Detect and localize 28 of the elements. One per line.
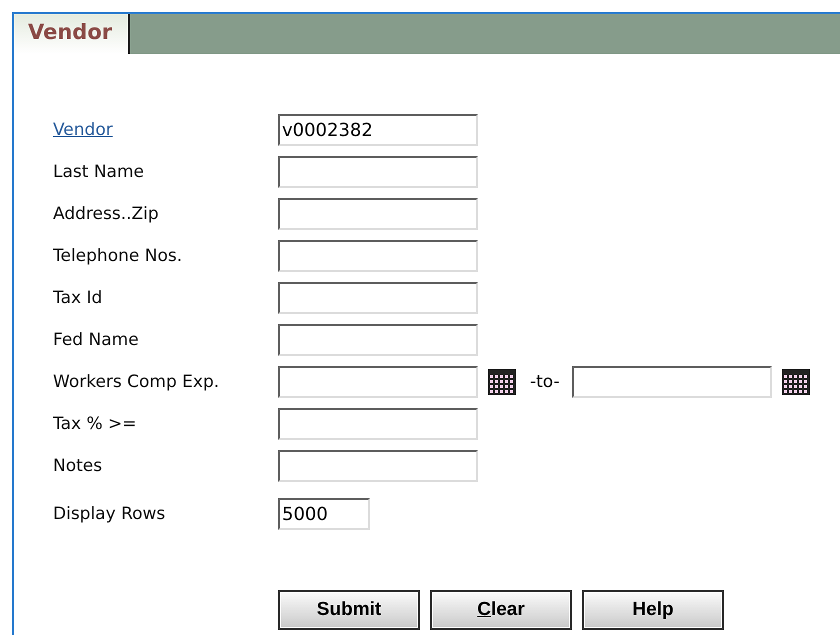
input-field[interactable] — [278, 240, 478, 272]
calendar-icon[interactable] — [782, 369, 810, 395]
vendor-tab[interactable]: Vendor — [14, 14, 130, 54]
field-link[interactable]: Vendor — [53, 120, 278, 140]
form-button[interactable]: Help — [582, 590, 724, 630]
input-field[interactable]: v0002382 — [278, 114, 478, 146]
field-label: Workers Comp Exp. — [53, 372, 220, 392]
field-label: Last Name — [53, 162, 145, 182]
field-label: Display Rows — [53, 504, 166, 524]
field-label: Fed Name — [53, 330, 140, 350]
input-field[interactable] — [278, 282, 478, 314]
input-field[interactable]: 5000 — [278, 498, 370, 530]
field-label: Tax % >= — [53, 414, 138, 434]
input-field[interactable] — [278, 324, 478, 356]
calendar-icon[interactable] — [488, 369, 516, 395]
form-button[interactable]: Clear — [430, 590, 572, 630]
field-label: Notes — [53, 456, 104, 476]
field-label: Telephone Nos. — [53, 246, 184, 266]
input-field[interactable] — [278, 198, 478, 230]
date-field[interactable] — [278, 366, 478, 398]
date-field[interactable] — [572, 366, 772, 398]
field-label: Address..Zip — [53, 204, 160, 224]
input-field[interactable] — [278, 408, 478, 440]
form-button[interactable]: Submit — [278, 590, 420, 630]
field-label: Tax Id — [53, 288, 104, 308]
input-field[interactable] — [278, 156, 478, 188]
range-separator: -to- — [530, 372, 560, 392]
input-field[interactable] — [278, 450, 478, 482]
